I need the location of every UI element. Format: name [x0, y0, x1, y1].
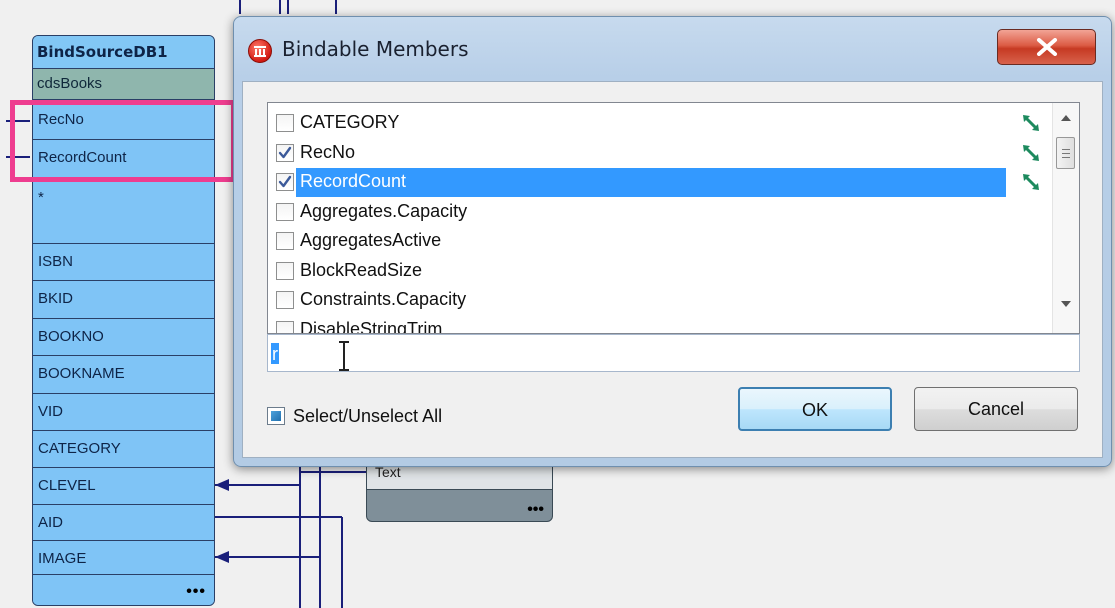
- text-cursor-icon: [339, 341, 349, 371]
- link-icon: [1022, 114, 1040, 137]
- field-bookno[interactable]: BOOKNO: [33, 318, 214, 355]
- field-isbn[interactable]: ISBN: [33, 243, 214, 280]
- member-label: RecNo: [300, 141, 356, 162]
- member-label: BlockReadSize: [300, 259, 423, 280]
- select-all-label: Select/Unselect All: [293, 406, 443, 426]
- text-node-more[interactable]: •••: [527, 501, 544, 519]
- checkmark-icon: [278, 175, 292, 188]
- field-bkid[interactable]: BKID: [33, 280, 214, 318]
- select-all-checkbox[interactable]: Select/Unselect All: [267, 404, 527, 428]
- app-red-icon: [248, 39, 272, 63]
- member-label: Aggregates.Capacity: [300, 200, 468, 221]
- scroll-thumb[interactable]: [1056, 137, 1075, 169]
- field-star[interactable]: *: [33, 177, 214, 243]
- highlight-box: [10, 100, 236, 182]
- field-image[interactable]: IMAGE: [33, 540, 214, 576]
- member-item[interactable]: BlockReadSize: [276, 257, 1006, 286]
- member-label: AggregatesActive: [300, 230, 442, 250]
- link-icon: [1022, 173, 1040, 196]
- node-more[interactable]: •••: [33, 574, 214, 605]
- dialog-client: CATEGORY RecNo RecordCount Aggregates.Capac…: [242, 81, 1103, 458]
- member-label: Constraints.Capacity: [300, 289, 467, 309]
- field-category[interactable]: CATEGORY: [33, 430, 214, 467]
- member-checkbox[interactable]: [276, 114, 294, 132]
- field-bookname[interactable]: BOOKNAME: [33, 355, 214, 393]
- member-checkbox[interactable]: [276, 320, 294, 333]
- link-icon: [1022, 144, 1040, 167]
- members-list[interactable]: CATEGORY RecNo RecordCount Aggregates.Capac…: [267, 102, 1080, 334]
- member-item[interactable]: CATEGORY: [276, 109, 1039, 138]
- select-all-box[interactable]: [267, 407, 285, 425]
- ok-button[interactable]: OK: [738, 387, 892, 431]
- scroll-down-arrow-icon[interactable]: [1061, 301, 1071, 308]
- member-checkbox[interactable]: [276, 291, 294, 309]
- vertical-scrollbar[interactable]: [1052, 103, 1079, 333]
- member-item[interactable]: Aggregates.Capacity: [276, 198, 1006, 227]
- field-clevel[interactable]: CLEVEL: [33, 467, 214, 504]
- node-subtitle: cdsBooks: [33, 69, 214, 100]
- member-checkbox[interactable]: [276, 173, 294, 191]
- member-item[interactable]: DisableStringTrim: [276, 316, 1006, 334]
- member-checkbox[interactable]: [276, 261, 294, 280]
- dialog-titlebar[interactable]: Bindable Members: [234, 17, 1111, 81]
- filter-value: r: [272, 344, 278, 364]
- more-dots[interactable]: •••: [186, 583, 206, 601]
- member-label: RecordCount: [300, 171, 407, 191]
- scroll-up-arrow-icon[interactable]: [1061, 115, 1071, 122]
- member-checkbox[interactable]: [276, 202, 294, 221]
- member-checkbox[interactable]: [276, 232, 294, 250]
- member-item[interactable]: RecNo: [276, 139, 1039, 168]
- filter-input[interactable]: r: [267, 334, 1080, 372]
- member-label: DisableStringTrim: [300, 318, 443, 334]
- member-item[interactable]: AggregatesActive: [276, 227, 1006, 256]
- member-label: CATEGORY: [300, 112, 400, 132]
- cancel-button[interactable]: Cancel: [914, 387, 1078, 431]
- checkmark-icon: [278, 146, 292, 158]
- text-node[interactable]: Text •••: [366, 460, 553, 522]
- member-item[interactable]: Constraints.Capacity: [276, 286, 1006, 315]
- member-item[interactable]: RecordCount: [276, 168, 1039, 197]
- bindable-members-dialog: Bindable Members CATEGORY RecNo RecordCoun…: [233, 16, 1112, 467]
- field-aid[interactable]: AID: [33, 504, 214, 540]
- member-checkbox[interactable]: [276, 143, 294, 162]
- close-icon: [1037, 38, 1057, 56]
- close-button[interactable]: [997, 29, 1096, 65]
- dialog-title: Bindable Members: [282, 37, 469, 61]
- field-vid[interactable]: VID: [33, 393, 214, 430]
- node-title: BindSourceDB1: [33, 36, 214, 69]
